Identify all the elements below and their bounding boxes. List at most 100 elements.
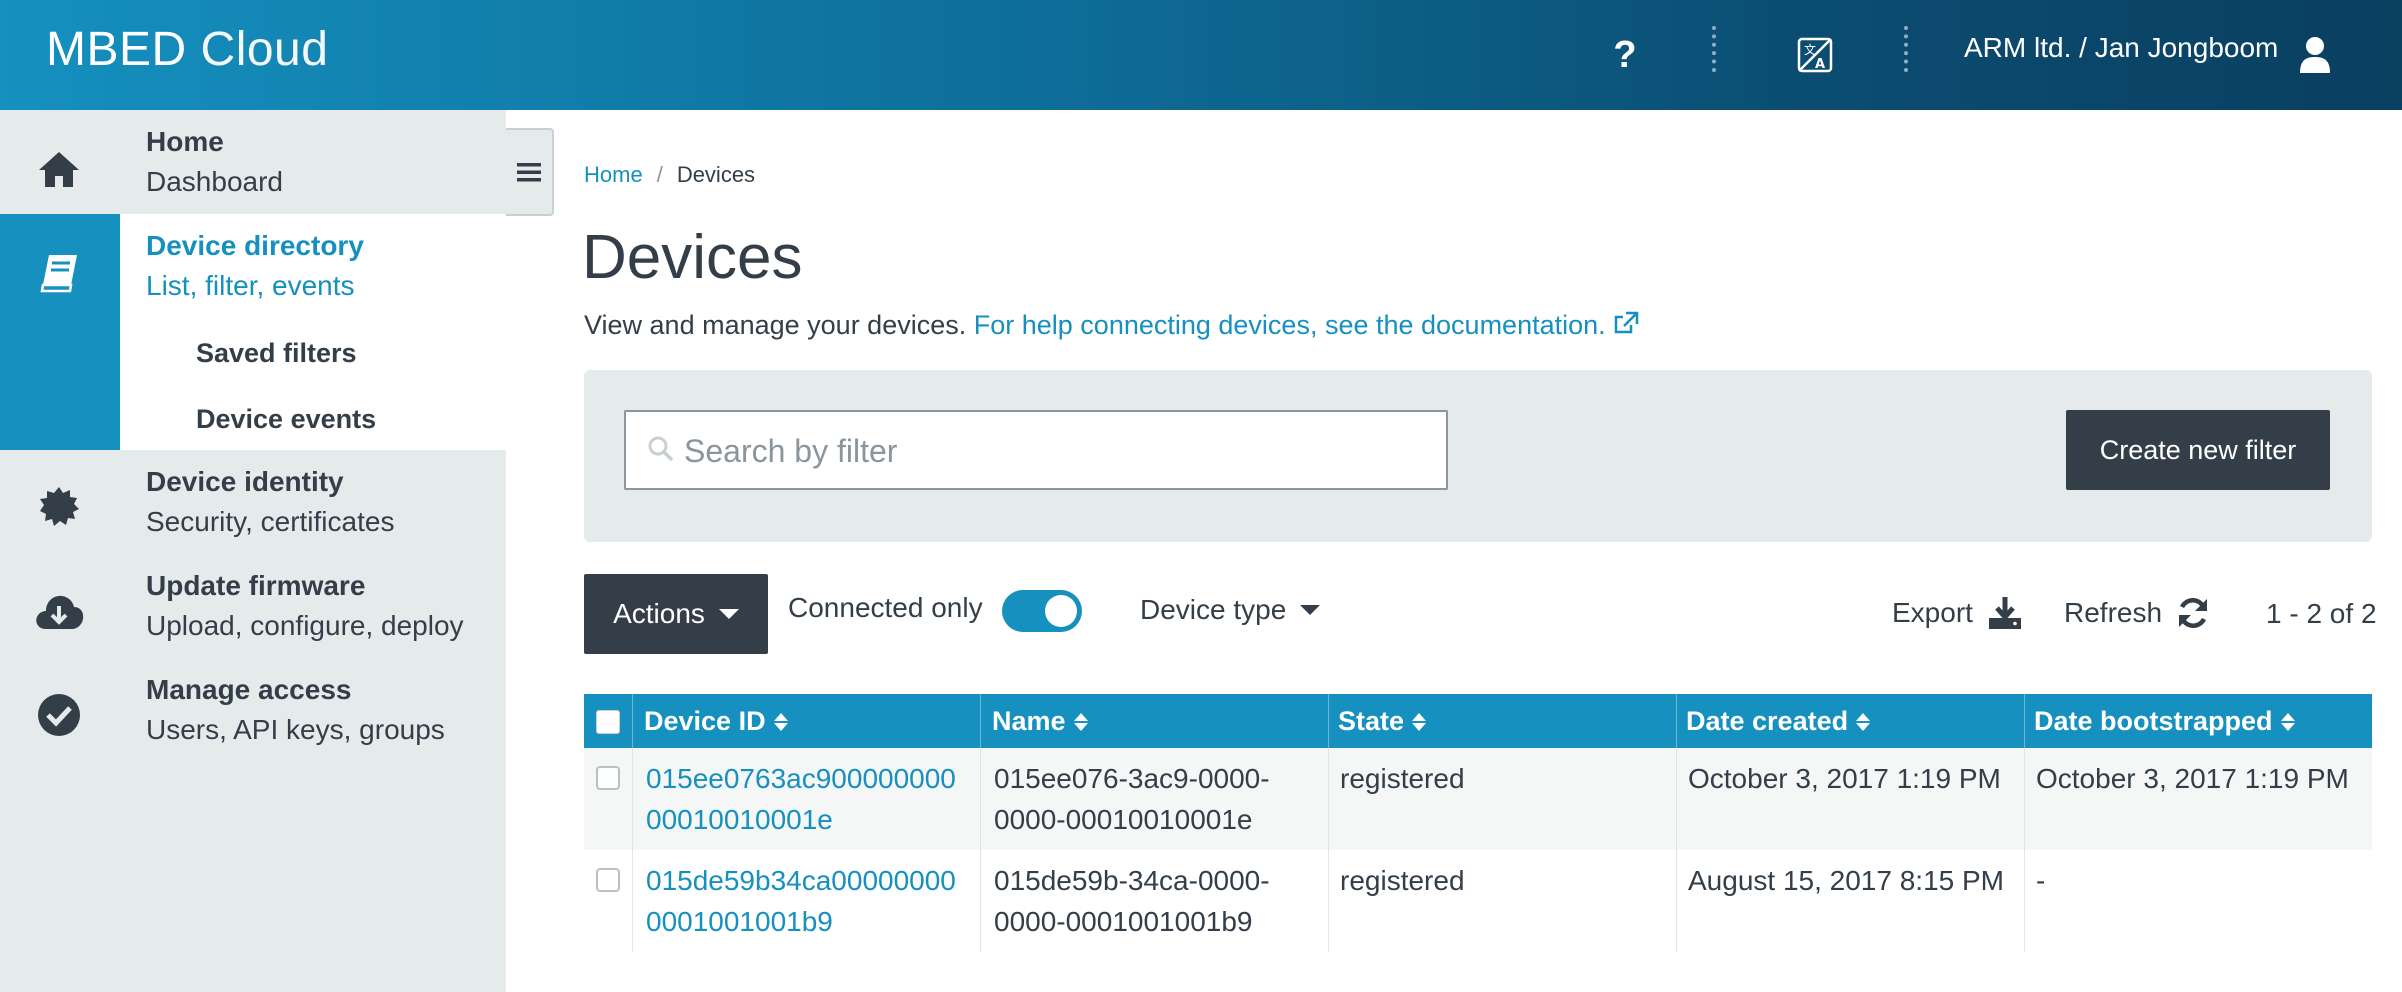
sidebar-item-title: Home [146,126,224,157]
sidebar-item-subtitle: Upload, configure, deploy [146,610,464,641]
create-new-filter-button[interactable]: Create new filter [2066,410,2330,490]
home-icon [32,142,86,196]
sidebar-subitem-saved-filters[interactable]: Saved filters [196,338,357,369]
column-header-name[interactable]: Name [992,706,1088,737]
column-divider [1676,850,1677,952]
sidebar-item-device-identity[interactable]: Device identity Security, certificates [0,450,506,554]
sidebar-item-manage-access[interactable]: Manage access Users, API keys, groups [0,658,506,762]
device-name-cell: 015de59b-34ca-0000- 0000-0001001001b9 [994,860,1270,942]
logo[interactable]: MBED Cloud [46,22,328,77]
breadcrumb-current: Devices [676,162,756,187]
header-divider [1712,26,1716,72]
breadcrumb-home-link[interactable]: Home [584,162,643,187]
table-header: Device ID Name State Date created Date b… [584,694,2372,748]
device-id-link[interactable]: 015ee0763ac900000000 00010010001e [646,758,956,840]
documentation-link[interactable]: For help connecting devices, see the doc… [974,310,1639,340]
search-input[interactable] [684,426,1424,476]
caret-down-icon [1300,605,1321,615]
badge-icon [32,480,86,534]
sidebar-item-subtitle: Dashboard [146,166,283,197]
breadcrumb: Home / Devices [584,162,755,188]
table-row: 015de59b34ca00000000 0001001001b9 015de5… [584,850,2372,952]
search-box[interactable] [624,410,1448,490]
column-header-device-id[interactable]: Device ID [644,706,788,737]
sidebar-item-device-directory[interactable]: Device directory List, filter, events [0,214,506,334]
column-header-state[interactable]: State [1338,706,1427,737]
column-header-label: Date bootstrapped [2034,706,2273,736]
account-name[interactable]: ARM ltd. / Jan Jongboom [1964,32,2278,64]
column-divider [1328,694,1329,748]
row-checkbox[interactable] [596,766,620,790]
connected-only-toggle[interactable] [1002,590,1082,632]
sidebar-subitem-device-events[interactable]: Device events [196,404,376,435]
breadcrumb-separator: / [656,162,663,187]
column-header-date-bootstrapped[interactable]: Date bootstrapped [2034,706,2295,737]
export-button[interactable]: Export [1892,596,2023,630]
user-icon[interactable] [2290,30,2340,80]
row-checkbox[interactable] [596,868,620,892]
date-bootstrapped-cell: - [2036,865,2046,896]
select-all-checkbox[interactable] [596,710,620,734]
column-header-date-created[interactable]: Date created [1686,706,1871,737]
refresh-label: Refresh [2064,597,2163,628]
sidebar-item-title: Device identity [146,466,344,497]
table-row: 015ee0763ac900000000 00010010001e 015ee0… [584,748,2372,850]
device-id-line: 0001001001b9 [646,906,833,937]
device-name-line: 0000-0001001001b9 [994,906,1253,937]
actions-label: Actions [613,598,705,629]
state-cell: registered [1340,865,1465,896]
column-divider [2024,748,2025,850]
column-divider [1328,850,1329,952]
filter-panel: Create new filter [584,370,2372,542]
device-name-line: 015de59b-34ca-0000- [994,865,1270,896]
device-type-label: Device type [1140,594,1287,625]
sidebar-item-subtitle: Security, certificates [146,506,395,537]
download-icon [1988,597,2021,629]
device-id-link[interactable]: 015de59b34ca00000000 0001001001b9 [646,860,956,942]
device-name-line: 0000-00010010001e [994,804,1253,835]
column-divider [1676,694,1677,748]
device-id-line: 00010010001e [646,804,833,835]
sort-icon [773,712,788,731]
column-divider [632,850,633,952]
page-title: Devices [582,223,803,292]
actions-dropdown-button[interactable]: Actions [584,574,768,654]
pagination-info: 1 - 2 of 2 [2266,598,2377,629]
toggle-knob [1045,595,1077,627]
external-link-icon [1614,311,1639,334]
refresh-button[interactable]: Refresh [2064,596,2210,630]
column-header-label: Date created [1686,706,1849,736]
sidebar-toggle-button[interactable] [506,128,554,216]
page-description: View and manage your devices. For help c… [584,310,1639,341]
sidebar-item-update-firmware[interactable]: Update firmware Upload, configure, deplo… [0,554,506,658]
sort-icon [2280,712,2295,731]
sidebar: Home Dashboard Device directory List, fi… [0,110,506,992]
question-icon[interactable]: ? [1600,30,1650,80]
export-label: Export [1892,597,1973,628]
device-name-cell: 015ee076-3ac9-0000- 0000-00010010001e [994,758,1270,840]
column-divider [2024,694,2025,748]
state-cell: registered [1340,763,1465,794]
sidebar-item-title: Device directory [146,230,364,261]
device-name-line: 015ee076-3ac9-0000- [994,763,1270,794]
sidebar-item-subtitle: List, filter, events [146,270,355,301]
caret-down-icon [718,609,739,619]
column-header-label: State [1338,706,1405,736]
sidebar-item-home[interactable]: Home Dashboard [0,110,506,214]
column-divider [1676,748,1677,850]
header-divider [1904,26,1908,72]
device-id-line: 015ee0763ac900000000 [646,763,956,794]
sort-icon [1412,712,1427,731]
sidebar-item-title: Update firmware [146,570,366,601]
menu-icon [517,163,541,182]
logo-mbed: MBED [46,23,187,76]
date-created-cell: October 3, 2017 1:19 PM [1688,763,2001,794]
device-type-dropdown[interactable]: Device type [1140,594,1321,626]
translate-icon[interactable]: 文 A [1790,30,1840,80]
check-circle-icon [32,688,86,742]
logo-cloud: Cloud [200,23,329,76]
sort-icon [1073,712,1088,731]
connected-only-label: Connected only [788,592,983,623]
column-divider [980,850,981,952]
book-icon [32,246,86,300]
